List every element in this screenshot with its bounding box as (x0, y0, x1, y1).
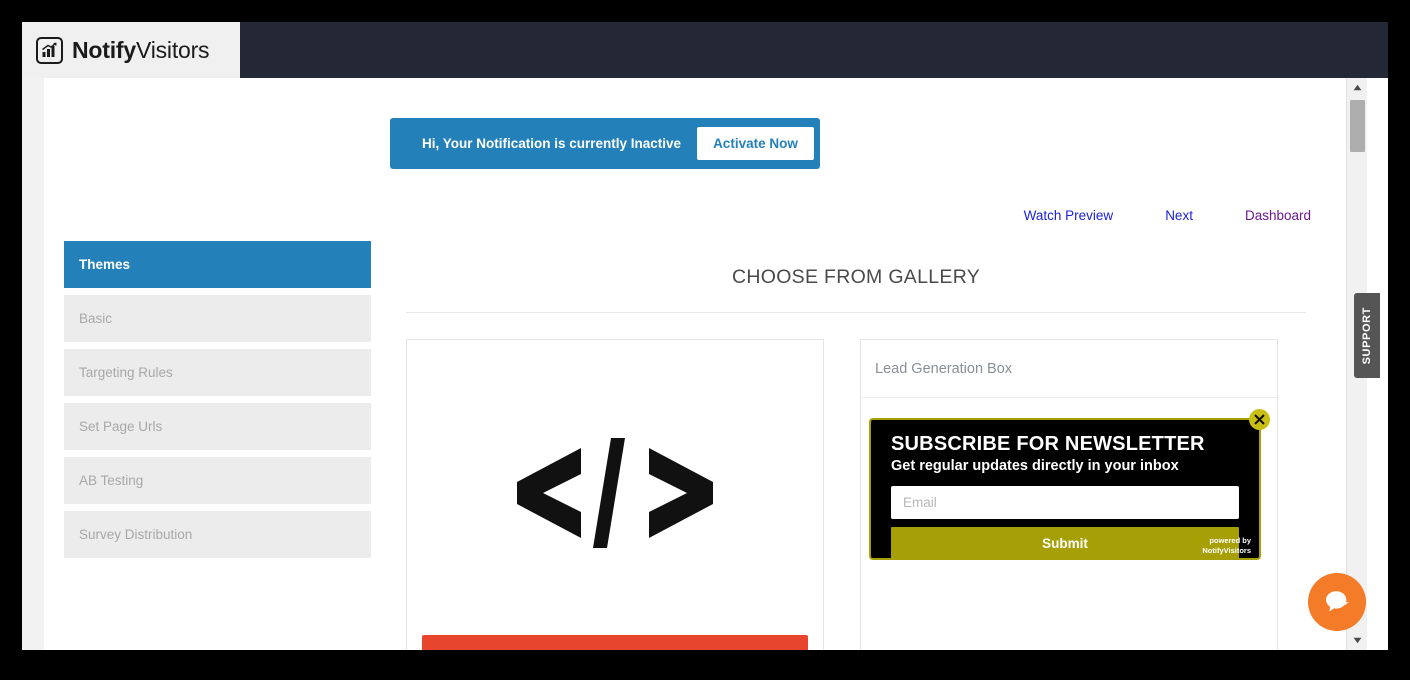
next-link[interactable]: Next (1165, 208, 1193, 223)
inactive-notification-banner: Hi, Your Notification is currently Inact… (390, 118, 820, 169)
banner-message: Hi, Your Notification is currently Inact… (422, 136, 682, 151)
settings-sidebar: Themes Basic Targeting Rules Set Page Ur… (64, 241, 371, 565)
close-x-icon[interactable] (1249, 409, 1270, 430)
caret-down-icon[interactable] (1347, 631, 1368, 650)
brand-logo-text: NotifyVisitors (72, 36, 210, 64)
sidebar-item-set-page-urls[interactable]: Set Page Urls (64, 403, 371, 450)
code-icon-container (407, 340, 823, 650)
page-content: Hi, Your Notification is currently Inact… (22, 78, 1367, 650)
dashboard-link[interactable]: Dashboard (1245, 208, 1311, 223)
card-title: Lead Generation Box (861, 340, 1277, 398)
sidebar-item-targeting-rules[interactable]: Targeting Rules (64, 349, 371, 396)
brand-logo[interactable]: NotifyVisitors (22, 22, 240, 78)
popup-heading: SUBSCRIBE FOR NEWSLETTER (891, 433, 1205, 455)
top-header-bar: NotifyVisitors (22, 22, 1388, 78)
powered-by-line1: powered by (1209, 536, 1251, 546)
top-navigation-links: Watch Preview Next Dashboard (1024, 208, 1311, 223)
sidebar-item-ab-testing[interactable]: AB Testing (64, 457, 371, 504)
lead-generation-card[interactable]: Lead Generation Box SUBSCRIBE FOR NEWSLE… (860, 339, 1278, 650)
submit-button[interactable]: Submit (891, 527, 1239, 560)
sidebar-item-survey-distribution[interactable]: Survey Distribution (64, 511, 371, 558)
brand-name-thin: Visitors (135, 36, 210, 63)
caret-up-icon[interactable] (1347, 78, 1368, 97)
scrollbar-thumb[interactable] (1350, 100, 1365, 152)
custom-html-card[interactable] (406, 339, 824, 650)
screen-frame: NotifyVisitors Hi, Your Notification is … (0, 0, 1410, 680)
powered-by-line2: NotifyVisitors (1202, 545, 1251, 555)
brand-name-bold: Notify (72, 36, 136, 63)
powered-by-credit: powered by NotifyVisitors (1202, 536, 1251, 555)
gallery-card-list: Lead Generation Box SUBSCRIBE FOR NEWSLE… (406, 339, 1306, 650)
theme-gallery: CHOOSE FROM GALLERY Lead Generation Box … (406, 241, 1306, 650)
support-tab[interactable]: SUPPORT (1354, 293, 1380, 378)
title-divider (406, 312, 1306, 313)
activate-now-button[interactable]: Activate Now (697, 127, 814, 160)
code-brackets-icon (515, 434, 715, 557)
sidebar-item-themes[interactable]: Themes (64, 241, 371, 288)
watch-preview-link[interactable]: Watch Preview (1024, 208, 1114, 223)
sidebar-item-basic[interactable]: Basic (64, 295, 371, 342)
newsletter-popup-preview: SUBSCRIBE FOR NEWSLETTER Get regular upd… (869, 409, 1270, 560)
app-viewport: NotifyVisitors Hi, Your Notification is … (22, 22, 1388, 650)
support-tab-label: SUPPORT (1361, 306, 1373, 365)
email-input[interactable]: Email (891, 486, 1239, 519)
page-title: CHOOSE FROM GALLERY (731, 266, 981, 288)
popup-subheading: Get regular updates directly in your inb… (891, 458, 1179, 474)
bar-chart-growth-icon (36, 36, 63, 64)
card-action-bar[interactable] (422, 635, 808, 650)
left-rail (22, 78, 44, 650)
chat-bubble-icon[interactable] (1308, 573, 1366, 631)
